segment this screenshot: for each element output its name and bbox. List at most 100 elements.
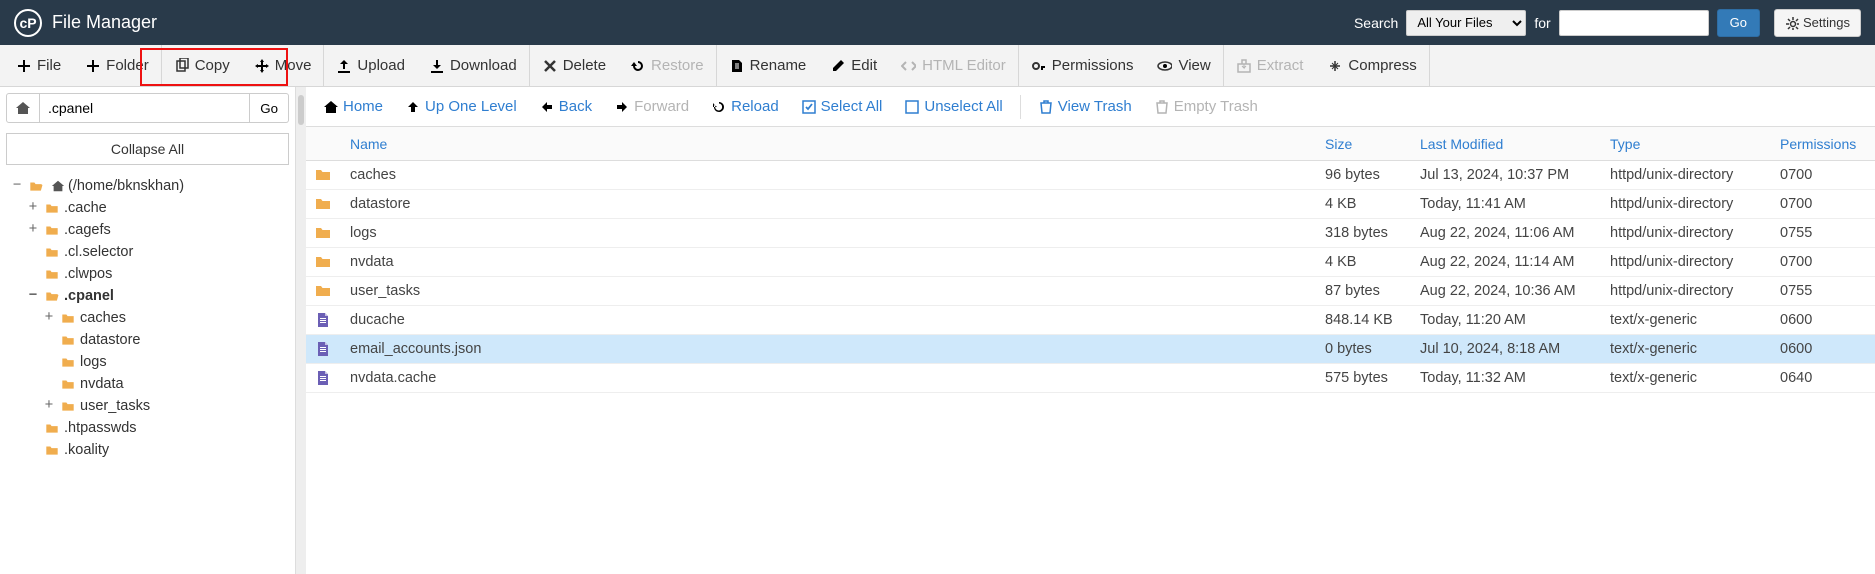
search-scope-select[interactable]: All Your Files: [1406, 10, 1526, 36]
nav-reload[interactable]: Reload: [700, 87, 790, 126]
cell-name: nvdata.cache: [340, 370, 1325, 386]
nav-viewtrash[interactable]: View Trash: [1027, 87, 1143, 126]
grid-row[interactable]: user_tasks87 bytesAug 22, 2024, 10:36 AM…: [306, 277, 1875, 306]
splitter[interactable]: [296, 87, 306, 574]
tree-label: nvdata: [80, 376, 124, 392]
path-input[interactable]: [40, 93, 250, 123]
collapse-all-button[interactable]: Collapse All: [6, 133, 289, 165]
nav-home[interactable]: Home: [312, 87, 394, 126]
search-label: Search: [1354, 15, 1398, 31]
cell-modified: Aug 22, 2024, 10:36 AM: [1420, 283, 1610, 299]
folder-open-icon: [28, 180, 44, 193]
tree-item[interactable]: logs: [10, 351, 291, 373]
edit-button[interactable]: Edit: [818, 45, 889, 86]
tree-item[interactable]: +.cache: [10, 197, 291, 219]
cell-size: 87 bytes: [1325, 283, 1420, 299]
cell-size: 4 KB: [1325, 254, 1420, 270]
folder-button[interactable]: Folder: [73, 45, 161, 86]
nav-up[interactable]: Up One Level: [394, 87, 528, 126]
cell-name: nvdata: [340, 254, 1325, 270]
cell-perm: 0700: [1780, 254, 1875, 270]
htmleditor-button[interactable]: HTML Editor: [889, 45, 1018, 86]
folder-icon: [44, 202, 60, 215]
tree-toggle[interactable]: +: [26, 222, 40, 238]
tree-item[interactable]: +.cagefs: [10, 219, 291, 241]
col-type[interactable]: Type: [1610, 136, 1780, 152]
cell-perm: 0700: [1780, 167, 1875, 183]
tree-item[interactable]: +user_tasks: [10, 395, 291, 417]
nav-unselectall[interactable]: Unselect All: [893, 87, 1013, 126]
tree-toggle[interactable]: +: [42, 310, 56, 326]
cell-perm: 0755: [1780, 225, 1875, 241]
arrow-up-icon: [405, 99, 420, 114]
tree-item[interactable]: +caches: [10, 307, 291, 329]
html-icon: [901, 58, 916, 73]
move-button[interactable]: Move: [242, 45, 324, 86]
tree-label: .cl.selector: [64, 244, 133, 260]
folder-icon: [60, 378, 76, 391]
col-name[interactable]: Name: [340, 136, 1325, 152]
grid-row[interactable]: email_accounts.json0 bytesJul 10, 2024, …: [306, 335, 1875, 364]
folder-icon: [44, 444, 60, 457]
home-button[interactable]: [6, 93, 40, 123]
cell-size: 4 KB: [1325, 196, 1420, 212]
cell-perm: 0600: [1780, 312, 1875, 328]
rename-button[interactable]: Rename: [717, 45, 819, 86]
tree-item[interactable]: .cl.selector: [10, 241, 291, 263]
upload-button[interactable]: Upload: [324, 45, 417, 86]
grid-row[interactable]: ducache848.14 KBToday, 11:20 AMtext/x-ge…: [306, 306, 1875, 335]
cell-size: 318 bytes: [1325, 225, 1420, 241]
view-button[interactable]: View: [1145, 45, 1222, 86]
cell-name: user_tasks: [340, 283, 1325, 299]
nav-selectall[interactable]: Select All: [790, 87, 894, 126]
tree-item[interactable]: nvdata: [10, 373, 291, 395]
col-permissions[interactable]: Permissions: [1780, 136, 1875, 152]
col-modified[interactable]: Last Modified: [1420, 136, 1610, 152]
path-go-button[interactable]: Go: [250, 93, 289, 123]
nav-forward[interactable]: Forward: [603, 87, 700, 126]
cell-type: httpd/unix-directory: [1610, 283, 1780, 299]
cpanel-logo: cP: [14, 9, 42, 37]
cell-type: httpd/unix-directory: [1610, 167, 1780, 183]
file-button[interactable]: File: [4, 45, 73, 86]
tree-item[interactable]: .clwpos: [10, 263, 291, 285]
tree-toggle[interactable]: +: [42, 398, 56, 414]
permissions-button[interactable]: Permissions: [1019, 45, 1146, 86]
grid-row[interactable]: logs318 bytesAug 22, 2024, 11:06 AMhttpd…: [306, 219, 1875, 248]
settings-button[interactable]: Settings: [1774, 9, 1861, 37]
cell-perm: 0755: [1780, 283, 1875, 299]
col-size[interactable]: Size: [1325, 136, 1420, 152]
folder-icon: [44, 422, 60, 435]
tree-item[interactable]: −.cpanel: [10, 285, 291, 307]
extract-button[interactable]: Extract: [1224, 45, 1316, 86]
search-go-button[interactable]: Go: [1717, 9, 1760, 37]
compress-button[interactable]: Compress: [1315, 45, 1428, 86]
nav-back[interactable]: Back: [528, 87, 603, 126]
tree-item[interactable]: −(/home/bknskhan): [10, 175, 291, 197]
search-input[interactable]: [1559, 10, 1709, 36]
nav-row: Home Up One Level Back Forward Reload Se…: [306, 87, 1875, 127]
grid-row[interactable]: caches96 bytesJul 13, 2024, 10:37 PMhttp…: [306, 161, 1875, 190]
main-panel: Home Up One Level Back Forward Reload Se…: [306, 87, 1875, 574]
uncheck-icon: [904, 99, 919, 114]
tree-toggle[interactable]: −: [26, 288, 40, 304]
cell-name: logs: [340, 225, 1325, 241]
folder-icon: [314, 254, 332, 270]
tree-item[interactable]: .koality: [10, 439, 291, 461]
tree-toggle[interactable]: −: [10, 178, 24, 194]
grid-row[interactable]: nvdata.cache575 bytesToday, 11:32 AMtext…: [306, 364, 1875, 393]
tree-toggle[interactable]: +: [26, 200, 40, 216]
grid-row[interactable]: nvdata4 KBAug 22, 2024, 11:14 AMhttpd/un…: [306, 248, 1875, 277]
grid-row[interactable]: datastore4 KBToday, 11:41 AMhttpd/unix-d…: [306, 190, 1875, 219]
delete-button[interactable]: Delete: [530, 45, 618, 86]
gear-icon: [1785, 16, 1799, 30]
copy-button[interactable]: Copy: [162, 45, 242, 86]
grid-body: caches96 bytesJul 13, 2024, 10:37 PMhttp…: [306, 161, 1875, 574]
folder-icon: [314, 283, 332, 299]
download-button[interactable]: Download: [417, 45, 529, 86]
cell-perm: 0600: [1780, 341, 1875, 357]
tree-item[interactable]: datastore: [10, 329, 291, 351]
nav-emptytrash[interactable]: Empty Trash: [1143, 87, 1269, 126]
restore-button[interactable]: Restore: [618, 45, 716, 86]
tree-item[interactable]: .htpasswds: [10, 417, 291, 439]
